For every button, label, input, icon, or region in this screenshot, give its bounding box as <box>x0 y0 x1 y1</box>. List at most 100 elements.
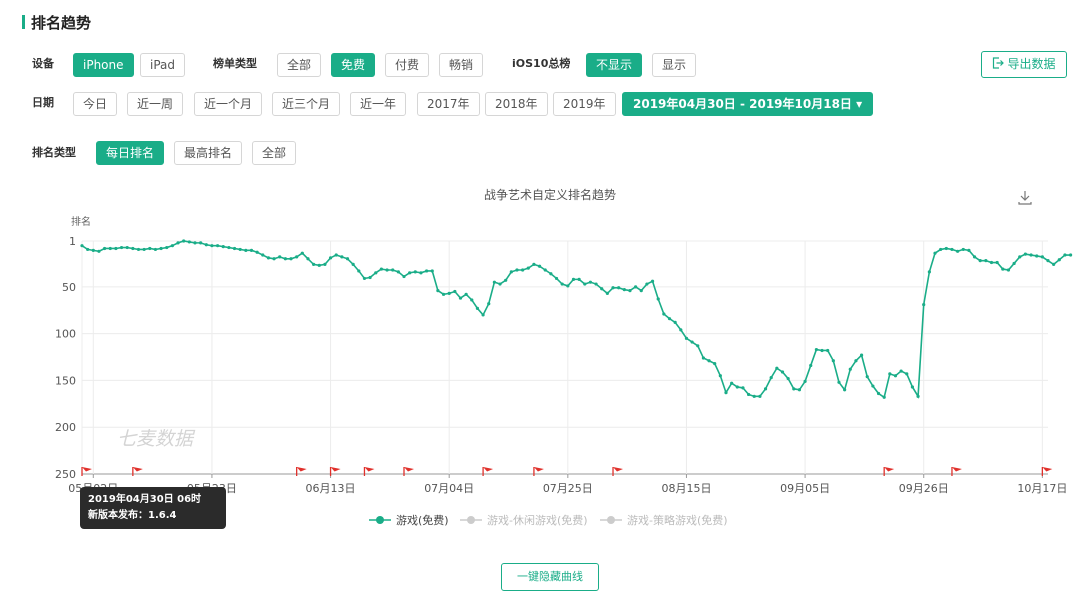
data-point[interactable] <box>244 248 248 252</box>
version-flag[interactable] <box>612 467 624 476</box>
rank-type-daily-button[interactable]: 每日排名 <box>96 141 165 165</box>
data-point[interactable] <box>735 385 739 389</box>
data-point[interactable] <box>1012 261 1016 266</box>
legend-item[interactable]: 游戏-休闲游戏(免费) <box>460 513 588 527</box>
data-point[interactable] <box>187 240 191 244</box>
data-point[interactable] <box>521 268 525 272</box>
data-point[interactable] <box>622 288 626 292</box>
data-point[interactable] <box>148 246 152 251</box>
data-point[interactable] <box>713 361 717 366</box>
data-point[interactable] <box>673 320 677 325</box>
data-point[interactable] <box>543 268 547 272</box>
data-point[interactable] <box>571 277 576 281</box>
data-point[interactable] <box>707 359 711 363</box>
data-point[interactable] <box>752 394 756 398</box>
data-point[interactable] <box>1018 255 1022 259</box>
data-point[interactable] <box>871 384 875 388</box>
data-point[interactable] <box>730 381 734 385</box>
data-point[interactable] <box>1035 254 1039 258</box>
version-flag[interactable] <box>951 467 962 476</box>
data-point[interactable] <box>396 270 400 274</box>
data-point[interactable] <box>933 251 937 255</box>
version-flag[interactable] <box>1041 467 1053 476</box>
data-point[interactable] <box>611 286 615 290</box>
data-point[interactable] <box>227 245 231 250</box>
list-type-paid-button[interactable]: 付费 <box>385 53 430 77</box>
data-point[interactable] <box>374 271 378 275</box>
data-point[interactable] <box>696 344 700 348</box>
data-point[interactable] <box>888 372 892 376</box>
data-point[interactable] <box>537 264 542 268</box>
data-point[interactable] <box>193 241 197 245</box>
data-point[interactable] <box>786 376 790 381</box>
date-week-button[interactable]: 近一周 <box>127 92 184 116</box>
data-point[interactable] <box>300 251 304 255</box>
data-point[interactable] <box>385 268 389 272</box>
data-point[interactable] <box>893 374 898 378</box>
legend-item[interactable]: 游戏-策略游戏(免费) <box>600 513 728 527</box>
data-point[interactable] <box>566 284 570 288</box>
data-point[interactable] <box>458 296 463 300</box>
data-point[interactable] <box>215 244 220 248</box>
data-point[interactable] <box>939 247 943 252</box>
version-flag[interactable] <box>533 467 544 476</box>
data-point[interactable] <box>972 255 977 259</box>
data-point[interactable] <box>470 298 474 302</box>
version-flag[interactable] <box>132 467 143 476</box>
data-point[interactable] <box>86 247 90 252</box>
data-point[interactable] <box>820 348 824 353</box>
data-point[interactable] <box>114 246 118 251</box>
export-data-button[interactable]: 导出数据 <box>981 51 1067 78</box>
data-point[interactable] <box>402 274 406 279</box>
data-point[interactable] <box>916 394 920 398</box>
data-point[interactable] <box>1068 253 1073 257</box>
data-point[interactable] <box>634 285 638 289</box>
list-type-free-button[interactable]: 免费 <box>331 53 376 77</box>
data-point[interactable] <box>136 247 141 252</box>
data-point[interactable] <box>1052 262 1056 266</box>
data-point[interactable] <box>679 328 683 332</box>
legend-item[interactable]: 游戏(免费) <box>369 513 449 527</box>
data-point[interactable] <box>249 248 254 252</box>
data-point[interactable] <box>1046 259 1050 263</box>
data-point[interactable] <box>328 256 333 260</box>
data-point[interactable] <box>170 244 174 248</box>
data-point[interactable] <box>961 247 965 252</box>
data-point[interactable] <box>684 336 689 340</box>
data-point[interactable] <box>724 390 728 395</box>
data-point[interactable] <box>238 247 242 252</box>
data-point[interactable] <box>464 292 468 296</box>
rank-type-all-button[interactable]: 全部 <box>252 141 297 165</box>
data-point[interactable] <box>323 262 327 266</box>
data-point[interactable] <box>492 280 496 284</box>
data-point[interactable] <box>837 380 841 384</box>
data-point[interactable] <box>102 246 107 251</box>
date-year-button[interactable]: 近一年 <box>350 92 407 116</box>
date-month-button[interactable]: 近一个月 <box>194 92 263 116</box>
date-today-button[interactable]: 今日 <box>73 92 118 116</box>
data-point[interactable] <box>690 340 694 344</box>
data-point[interactable] <box>1063 253 1067 257</box>
date-2017-button[interactable]: 2017年 <box>417 92 480 116</box>
data-point[interactable] <box>741 386 745 390</box>
data-point[interactable] <box>1006 268 1011 272</box>
data-point[interactable] <box>176 241 180 245</box>
data-point[interactable] <box>905 372 909 376</box>
data-point[interactable] <box>1001 267 1005 271</box>
download-icon[interactable] <box>1018 191 1032 205</box>
data-point[interactable] <box>967 248 971 252</box>
data-point[interactable] <box>289 257 293 261</box>
version-flag[interactable] <box>329 467 341 476</box>
data-point[interactable] <box>424 269 429 273</box>
data-point[interactable] <box>588 280 593 284</box>
data-point[interactable] <box>667 317 672 321</box>
data-point[interactable] <box>526 266 530 270</box>
data-point[interactable] <box>950 247 954 252</box>
data-point[interactable] <box>792 387 796 391</box>
data-point[interactable] <box>843 388 847 392</box>
version-flag[interactable] <box>482 467 494 476</box>
data-point[interactable] <box>617 286 621 290</box>
data-point[interactable] <box>594 282 598 286</box>
data-point[interactable] <box>809 363 813 368</box>
data-point[interactable] <box>814 347 818 352</box>
